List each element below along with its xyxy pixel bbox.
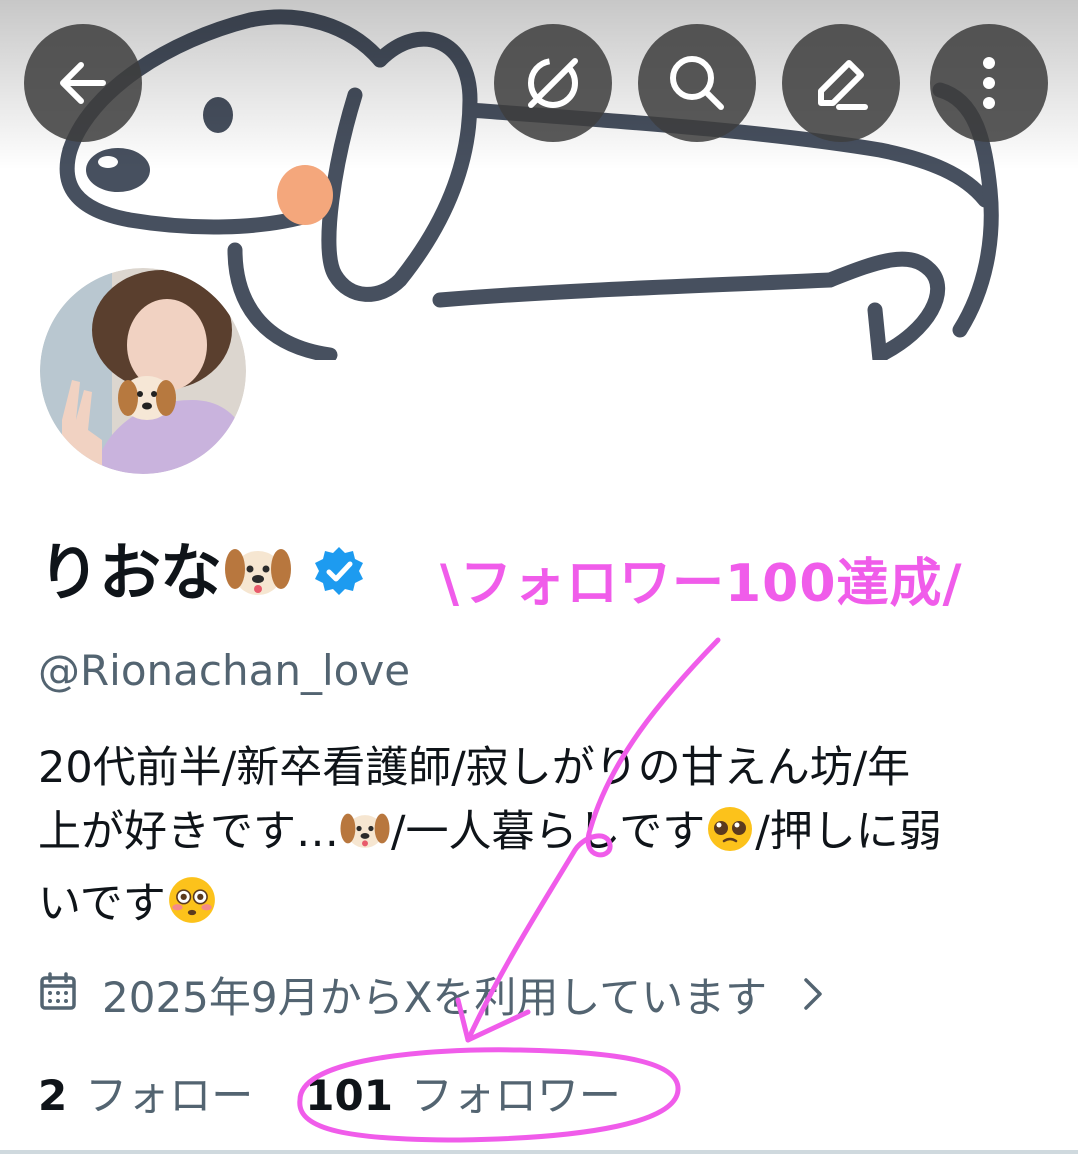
search-icon [670, 56, 724, 110]
profile-name-row: りおな [38, 535, 365, 611]
bio-line-2a: 上が好きです… [38, 807, 339, 857]
following-link[interactable]: 2 フォロー [38, 1066, 253, 1126]
divider [0, 1150, 1078, 1154]
follow-stats: 2 フォロー 101 フォロワー [38, 1066, 621, 1126]
dog-face-emoji [339, 806, 391, 872]
edit-pen-icon [818, 60, 868, 110]
followers-count: 101 [305, 1071, 393, 1120]
calendar-icon [38, 970, 78, 1026]
followers-link[interactable]: 101 フォロワー [305, 1066, 621, 1126]
profile-handle: @Rionachan_love [38, 646, 411, 695]
following-label: フォロー [85, 1071, 254, 1120]
bio-line-2c: /押しに弱 [755, 807, 942, 857]
pleading-face-emoji [705, 804, 755, 872]
display-name: りおな [38, 536, 222, 609]
profile-bio: 20代前半/新卒看護師/寂しがりの甘えん坊/年 上が好きです… /一人暮らしです /… [38, 736, 1048, 944]
bio-line-1: 20代前半/新卒看護師/寂しがりの甘えん坊/年 [38, 743, 911, 793]
following-count: 2 [38, 1071, 68, 1120]
joined-date-text: 2025年9月からXを利用しています [102, 973, 768, 1022]
back-button[interactable] [24, 24, 142, 142]
followers-label: フォロワー [410, 1071, 621, 1120]
arrow-left-icon [60, 62, 106, 104]
chevron-right-icon [801, 970, 825, 1026]
bio-line-2b: /一人暮らしです [391, 807, 706, 857]
dog-face-emoji [223, 539, 293, 607]
more-button[interactable] [930, 24, 1048, 142]
more-vertical-icon [983, 57, 995, 109]
edit-button[interactable] [782, 24, 900, 142]
bio-line-3: いです [38, 879, 166, 929]
avatar[interactable] [32, 260, 254, 482]
verified-badge-icon[interactable] [313, 545, 365, 601]
joined-date-row[interactable]: 2025年9月からXを利用しています [38, 970, 825, 1026]
avatar-photo [34, 262, 252, 480]
grok-button[interactable] [494, 24, 612, 142]
grok-icon [528, 58, 578, 108]
search-button[interactable] [638, 24, 756, 142]
annotation-text: \フォロワー100達成/ [440, 554, 963, 614]
flushed-face-emoji [166, 874, 218, 944]
